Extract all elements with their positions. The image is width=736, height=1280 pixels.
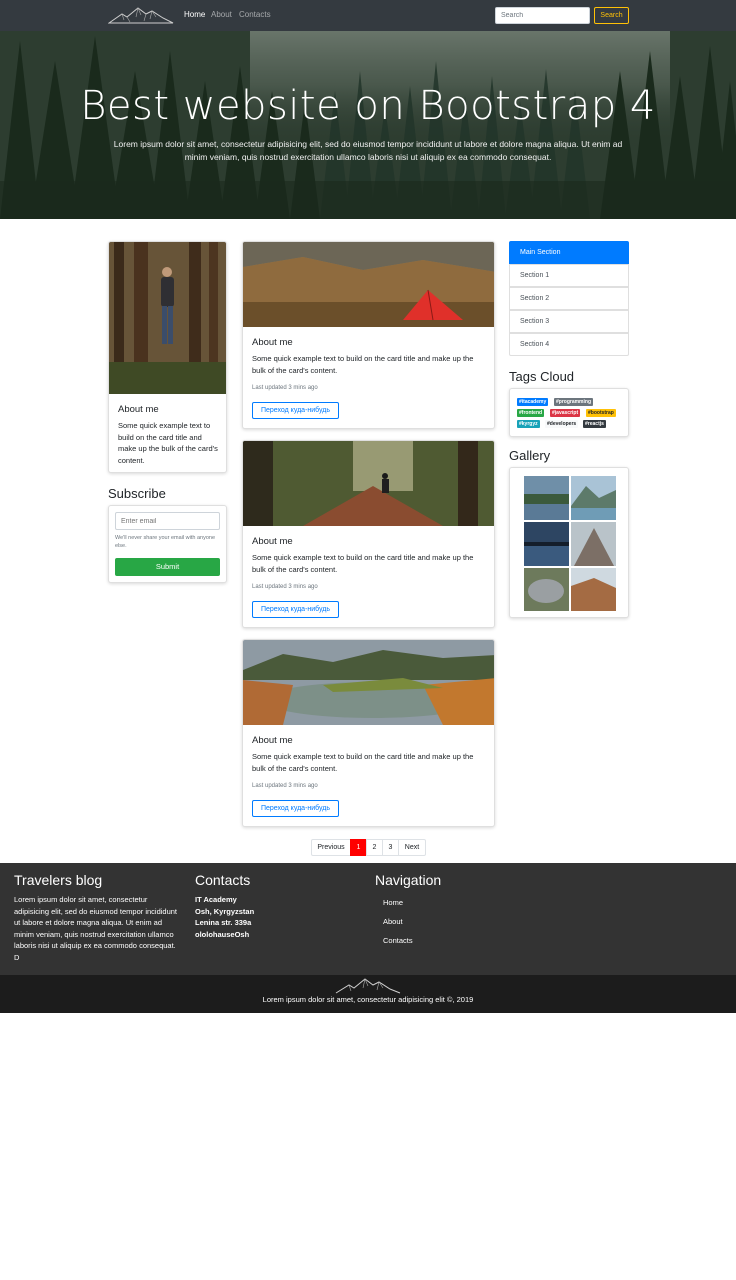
rocky-peak-image[interactable] [571,522,616,566]
mountains-logo-icon[interactable] [108,5,174,25]
forest-trail-image [243,441,494,526]
post-link-button[interactable]: Переход куда-нибудь [252,601,339,618]
tag-badge[interactable]: #programming [554,398,594,406]
gallery-heading: Gallery [509,448,551,463]
footer-nav-home[interactable]: Home [383,898,403,907]
profile-card-text: Some quick example text to build on the … [118,421,218,465]
post-link-button[interactable]: Переход куда-нибудь [252,402,339,419]
boulder-image[interactable] [524,568,569,611]
pagination-page-3[interactable]: 3 [382,839,399,856]
footer-contacts-heading: Contacts [195,872,251,888]
tags-heading: Tags Cloud [509,369,575,384]
post-updated-text: Last updated 3 mins ago [252,385,318,391]
section-item-1[interactable]: Section 1 [509,264,629,287]
section-item-2[interactable]: Section 2 [509,287,629,310]
footer-nav-about[interactable]: About [383,917,403,926]
footer-contact-line: Lenina str. 339a [195,918,252,927]
gallery-card [509,467,629,618]
pagination-page-2[interactable]: 2 [366,839,383,856]
post-card-title: About me [252,536,293,547]
copyright-text: Lorem ipsum dolor sit amet, consectetur … [262,995,474,1004]
tag-badge[interactable]: #reactjs [583,420,606,428]
post-updated-text: Last updated 3 mins ago [252,584,318,590]
submit-button[interactable]: Submit [115,558,220,576]
tag-badge[interactable]: #developers [545,420,579,428]
post-card-text: Some quick example text to build on the … [252,354,474,375]
tag-badge[interactable]: #javascript [550,409,581,417]
footer-blog-text: Lorem ipsum dolor sit amet, consectetur … [14,895,178,962]
lake-reflection-image[interactable] [524,476,569,520]
pagination-next[interactable]: Next [398,839,426,856]
man-in-forest-image [109,242,226,394]
search-button[interactable]: Search [594,7,629,24]
tag-badge[interactable]: #kyrgyz [517,420,540,428]
pagination-previous[interactable]: Previous [311,839,351,856]
gallery-grid [524,476,616,611]
search-input[interactable] [495,7,590,24]
profile-card-title: About me [118,404,159,415]
email-field[interactable] [115,512,220,530]
subscribe-heading: Subscribe [108,486,166,501]
post-card: About me Some quick example text to buil… [242,440,495,628]
post-card-title: About me [252,337,293,348]
tent-image [243,242,494,327]
hero-text: Lorem ipsum dolor sit amet, consectetur … [113,139,623,162]
footer-contact-line: Osh, Kyrgyzstan [195,906,255,916]
nav-about-link[interactable]: About [211,10,232,19]
hero-title: Best website on Bootstrap 4 [80,83,656,129]
tags-card: #itacademy #programming #frontend #javas… [509,388,629,437]
subscribe-card: We'll never share your email with anyone… [108,505,227,583]
post-link-button[interactable]: Переход куда-нибудь [252,800,339,817]
dusk-lake-image[interactable] [524,522,569,566]
footer-blog-heading: Travelers blog [14,872,103,888]
tag-badge[interactable]: #itacademy [517,398,549,406]
mountains-footer-logo-icon [335,978,401,994]
footer-nav-contacts[interactable]: Contacts [383,936,413,945]
footer: Travelers blog Lorem ipsum dolor sit ame… [0,863,736,975]
canyon-image[interactable] [571,568,616,611]
tag-badge[interactable]: #frontend [517,409,545,417]
navbar: Home About Contacts Search [0,0,736,31]
post-card-title: About me [252,735,293,746]
post-updated-text: Last updated 3 mins ago [252,783,318,789]
post-card-text: Some quick example text to build on the … [252,752,474,773]
lake-image [243,640,494,725]
footer-contact-line: IT Academy [195,895,237,904]
post-card-text: Some quick example text to build on the … [252,553,474,574]
nav-contacts-link[interactable]: Contacts [239,10,271,19]
profile-card: About me Some quick example text to buil… [108,241,227,473]
footer-nav-heading: Navigation [375,872,442,888]
section-item-3[interactable]: Section 3 [509,310,629,333]
section-item-main[interactable]: Main Section [509,241,629,264]
pagination-page-1[interactable]: 1 [350,839,367,856]
bottom-bar [0,975,736,1013]
post-card: About me Some quick example text to buil… [242,241,495,429]
mountain-lake-image[interactable] [571,476,616,520]
footer-contact-line: ololohauseOsh [195,929,250,939]
hero-banner: Best website on Bootstrap 4 Lorem ipsum … [0,31,736,219]
email-help-text: We'll never share your email with anyone… [115,535,215,549]
section-item-4[interactable]: Section 4 [509,333,629,356]
post-card: About me Some quick example text to buil… [242,639,495,827]
tag-badge[interactable]: #bootstrap [586,409,616,417]
nav-home-link[interactable]: Home [184,10,205,19]
